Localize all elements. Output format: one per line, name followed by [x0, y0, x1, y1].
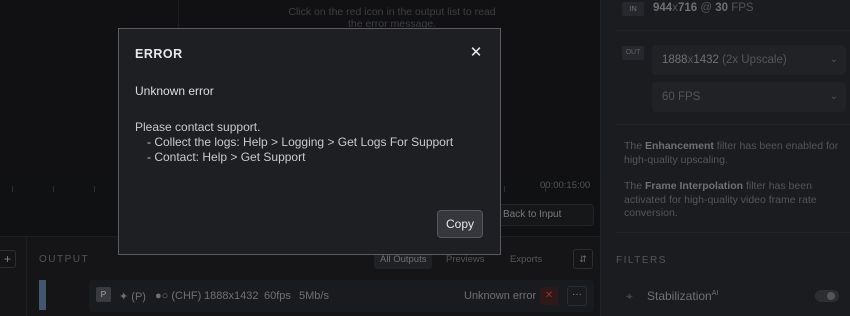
details-line: - Collect the logs: Help > Logging > Get… — [147, 135, 454, 149]
close-icon[interactable]: ✕ — [468, 45, 484, 61]
details-line: Please contact support. — [135, 120, 261, 134]
dialog-title: ERROR — [135, 47, 183, 61]
error-details: Please contact support. - Collect the lo… — [135, 120, 453, 165]
copy-button[interactable]: Copy — [437, 210, 483, 238]
error-dialog: ERROR ✕ Unknown error Please contact sup… — [118, 28, 501, 255]
app-root: Click on the red icon in the output list… — [0, 0, 850, 316]
error-message: Unknown error — [135, 84, 214, 98]
details-line: - Contact: Help > Get Support — [147, 150, 306, 164]
